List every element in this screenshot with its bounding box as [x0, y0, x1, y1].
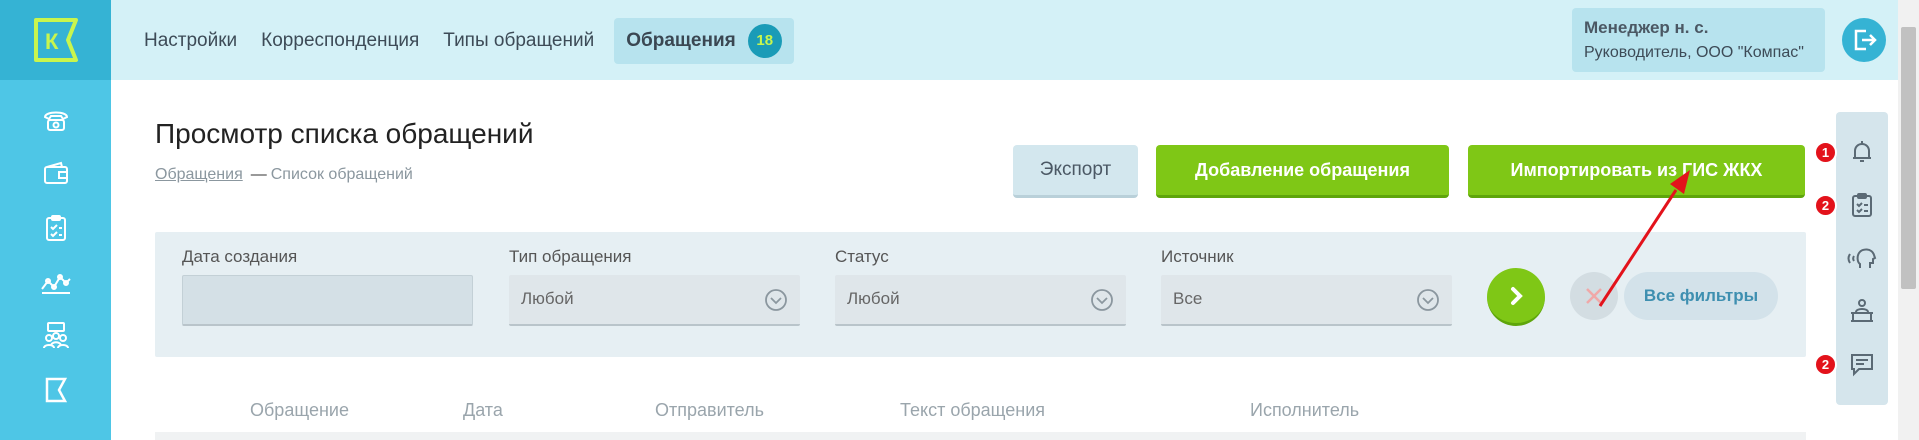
- people-group-icon: [42, 322, 69, 349]
- speaking-head-icon: [1847, 248, 1877, 268]
- sidebar-item-tasks[interactable]: [36, 208, 76, 248]
- nav-item-correspondence[interactable]: Корреспонденция: [249, 18, 431, 64]
- main-nav: Настройки Корреспонденция Типы обращений…: [111, 18, 794, 64]
- network-chart-icon: [40, 274, 71, 294]
- filter-type-value: Любой: [521, 289, 574, 308]
- apply-filters-button[interactable]: [1487, 268, 1545, 326]
- nav-item-settings[interactable]: Настройки: [144, 18, 249, 64]
- kompas-logo-icon: К: [33, 18, 78, 62]
- breadcrumb-separator: —: [250, 166, 267, 183]
- chevron-down-icon: [1091, 289, 1113, 311]
- export-button[interactable]: Экспорт: [1013, 145, 1138, 198]
- column-header-sender[interactable]: Отправитель: [655, 400, 764, 421]
- notifications-button[interactable]: [1843, 133, 1881, 171]
- bell-icon: [1853, 141, 1871, 162]
- add-request-button[interactable]: Добавление обращения: [1156, 145, 1449, 198]
- svg-text:К: К: [45, 29, 59, 54]
- sidebar-item-flag[interactable]: [36, 370, 76, 410]
- tasks-panel-button[interactable]: [1843, 186, 1881, 224]
- flag-icon: [45, 377, 67, 403]
- requests-count-badge: 18: [747, 24, 782, 58]
- sidebar-item-calls[interactable]: [36, 100, 76, 140]
- filter-source-value: Все: [1173, 289, 1203, 308]
- nav-item-requests[interactable]: Обращения 18: [614, 18, 794, 64]
- chevron-down-icon: [765, 289, 787, 311]
- user-name: Менеджер н. с.: [1584, 18, 1709, 37]
- filter-status-select[interactable]: Любой: [835, 275, 1126, 326]
- filter-status-value: Любой: [847, 289, 900, 308]
- chevron-right-icon: [1511, 286, 1523, 305]
- sidebar-item-wallet[interactable]: [36, 154, 76, 194]
- clipboard-check-icon: [1852, 193, 1872, 217]
- page-title: Просмотр списка обращений: [155, 118, 534, 149]
- messages-badge: 2: [1814, 353, 1837, 376]
- breadcrumb: Обращения — Список обращений: [155, 166, 413, 184]
- nav-item-request-types[interactable]: Типы обращений: [431, 18, 606, 64]
- tasks-badge: 2: [1814, 194, 1837, 217]
- filter-source-label: Источник: [1161, 247, 1234, 266]
- import-gis-button[interactable]: Импортировать из ГИС ЖКХ: [1468, 145, 1805, 198]
- clipboard-check-icon: [45, 215, 66, 241]
- chevron-down-icon: [1417, 289, 1439, 311]
- filter-date-input[interactable]: [182, 275, 473, 326]
- logout-icon: [1854, 29, 1877, 51]
- messages-button[interactable]: [1843, 345, 1881, 383]
- chat-bubble-icon: [1851, 354, 1873, 377]
- user-card[interactable]: Менеджер н. с. Руководитель, ООО "Компас…: [1572, 8, 1825, 72]
- top-navigation-bar: Настройки Корреспонденция Типы обращений…: [111, 0, 1919, 80]
- clear-filters-button[interactable]: [1570, 272, 1618, 320]
- voice-assistant-button[interactable]: [1843, 239, 1881, 277]
- nav-item-requests-label: Обращения: [626, 30, 736, 51]
- filter-type-label: Тип обращения: [509, 247, 632, 266]
- logo[interactable]: К: [0, 0, 111, 80]
- column-header-date[interactable]: Дата: [463, 400, 503, 421]
- wallet-icon: [43, 161, 68, 184]
- table-row[interactable]: [155, 432, 1806, 440]
- sidebar-item-analytics[interactable]: [36, 262, 76, 302]
- all-filters-button[interactable]: Все фильтры: [1624, 272, 1778, 320]
- filter-source-select[interactable]: Все: [1161, 275, 1452, 326]
- filter-date-label: Дата создания: [182, 247, 298, 266]
- breadcrumb-current: Список обращений: [270, 166, 413, 183]
- filter-status-label: Статус: [835, 247, 889, 266]
- phone-icon: [43, 111, 68, 131]
- filter-type-select[interactable]: Любой: [509, 275, 800, 326]
- sidebar: К: [0, 0, 111, 440]
- notifications-badge: 1: [1814, 141, 1837, 164]
- column-header-assignee[interactable]: Исполнитель: [1250, 400, 1359, 421]
- column-header-text[interactable]: Текст обращения: [900, 400, 1045, 421]
- page-scrollbar-thumb[interactable]: [1901, 27, 1916, 289]
- logout-button[interactable]: [1842, 18, 1886, 62]
- reception-button[interactable]: [1843, 292, 1881, 330]
- sidebar-item-residents[interactable]: [36, 316, 76, 356]
- user-role: Руководитель, ООО "Компас": [1584, 44, 1804, 61]
- breadcrumb-link-requests[interactable]: Обращения: [155, 166, 243, 183]
- reception-desk-icon: [1851, 299, 1873, 322]
- column-header-request[interactable]: Обращение: [250, 400, 349, 421]
- close-icon: [1586, 288, 1602, 304]
